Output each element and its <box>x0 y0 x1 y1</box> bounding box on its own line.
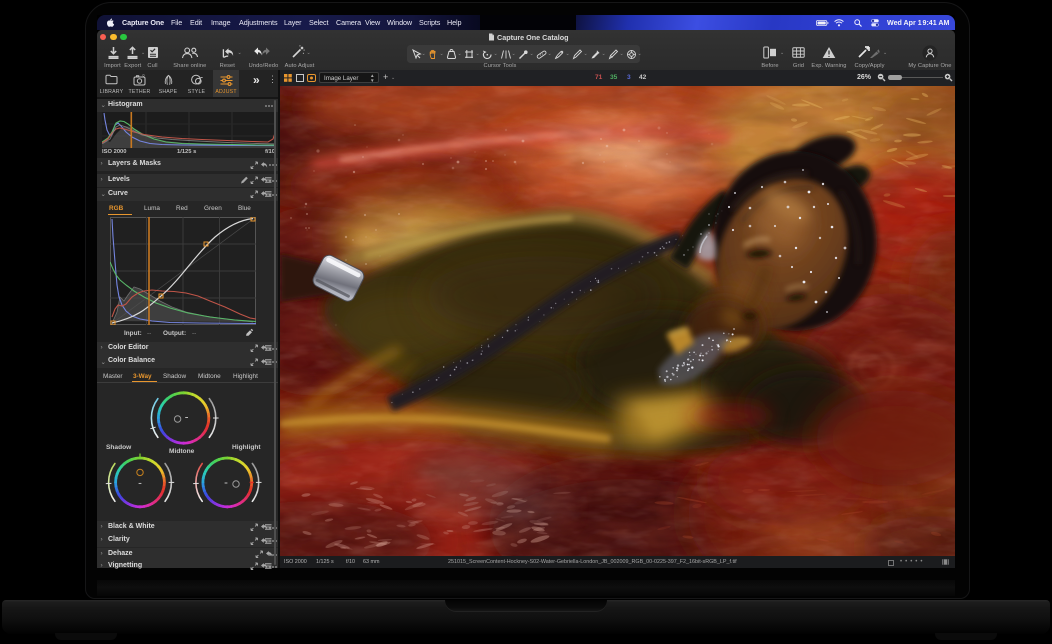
svg-text:0: 0 <box>143 74 145 78</box>
